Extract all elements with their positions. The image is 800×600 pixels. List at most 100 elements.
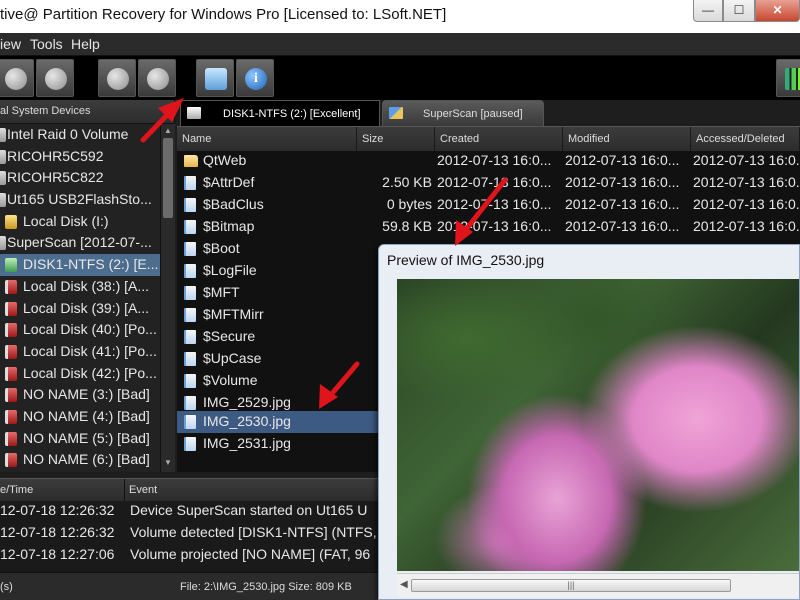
maximize-button[interactable]: ☐ [723, 0, 755, 22]
preview-title: Preview of IMG_2530.jpg [387, 252, 545, 268]
device-item[interactable]: NO NAME (5:) [Bad] [0, 428, 160, 450]
device-item[interactable]: Intel Raid 0 Volume [0, 124, 160, 146]
volume-bad-icon [5, 388, 17, 403]
toolbar-disk-button-4[interactable] [138, 59, 176, 97]
volume-bad-icon [5, 323, 17, 338]
preview-scroll-thumb[interactable]: ||| [411, 579, 731, 592]
file-icon [184, 352, 196, 366]
device-item[interactable]: Local Disk (I:) [0, 211, 160, 233]
file-row[interactable]: QtWeb 2012-07-13 16:0... 2012-07-13 16:0..… [177, 150, 800, 172]
file-row[interactable]: $AttrDef 2.50 KB 2012-07-13 16:0... 2012-07… [177, 172, 800, 194]
disk-icon [0, 128, 6, 142]
file-icon [184, 176, 196, 190]
status-left: (s) [0, 581, 13, 593]
tab-disk1-ntfs[interactable]: DISK1-NTFS (2:) [Excellent] [180, 100, 380, 126]
info-icon: i [245, 68, 267, 90]
device-item[interactable]: RICOHR5C592 [0, 146, 160, 168]
volume-bad-icon [5, 453, 17, 468]
device-item[interactable]: Local Disk (42:) [Po... [0, 363, 160, 385]
log-row[interactable]: 12-07-18 12:26:32 Device SuperScan starte… [0, 500, 382, 522]
volume-bad-icon [5, 409, 17, 424]
menu-bar: iew Tools Help [0, 33, 800, 56]
column-header-size[interactable]: Size [357, 127, 435, 151]
device-panel-header: al System Devices [0, 100, 174, 124]
preview-horizontal-scrollbar[interactable]: ◀ ||| [397, 573, 799, 597]
menu-help[interactable]: Help [71, 36, 100, 52]
device-item-selected[interactable]: DISK1-NTFS (2:) [E... [0, 254, 160, 276]
log-column-event[interactable]: Event [125, 479, 382, 501]
disk-monitor-button[interactable] [776, 59, 800, 97]
volume-bad-icon [5, 431, 17, 446]
preview-button[interactable] [196, 59, 234, 97]
magnifier-icon [205, 68, 227, 90]
scroll-thumb[interactable] [163, 138, 173, 218]
status-file-info: File: 2:\IMG_2530.jpg Size: 809 KB [180, 581, 352, 593]
file-icon [184, 308, 196, 322]
scroll-down-arrow-icon[interactable]: ▼ [163, 458, 173, 470]
file-row[interactable]: $Bitmap 59.8 KB 2012-07-13 16:0... 2012-07-… [177, 216, 800, 238]
scroll-left-arrow-icon[interactable]: ◀ [400, 579, 408, 590]
device-item[interactable]: Local Disk (40:) [Po... [0, 319, 160, 341]
toolbar-disk-button-1[interactable] [0, 59, 34, 97]
log-column-time[interactable]: e/Time [0, 479, 125, 501]
log-row[interactable]: 12-07-18 12:26:32 Volume detected [DISK1-… [0, 522, 382, 544]
volume-bad-icon [5, 366, 17, 381]
file-icon [184, 264, 196, 278]
image-file-icon [184, 415, 196, 429]
superscan-tab-icon [389, 107, 403, 119]
device-item[interactable]: Local Disk (39:) [A... [0, 298, 160, 320]
scan-icon [0, 236, 6, 251]
device-item[interactable]: Ut165 USB2FlashSto... [0, 189, 160, 211]
volume-bad-icon [5, 344, 17, 359]
event-log-panel: e/Time Event 12-07-18 12:26:32 Device Sup… [0, 478, 382, 573]
toolbar-disk-button-3[interactable] [98, 59, 136, 97]
preview-image [397, 279, 799, 571]
volume-bad-icon [5, 279, 17, 294]
device-list[interactable]: Intel Raid 0 Volume RICOHR5C592 RICOHR5C… [0, 124, 160, 472]
preview-window[interactable]: Preview of IMG_2530.jpg ◀ ||| [378, 244, 800, 600]
volume-bad-icon [5, 301, 17, 316]
disk-scan-icon [107, 68, 129, 90]
disk-icon [0, 171, 6, 186]
window-title: tive@ Partition Recovery for Windows Pro… [0, 6, 447, 23]
info-button[interactable]: i [236, 59, 274, 97]
device-item[interactable]: Local Disk (41:) [Po... [0, 341, 160, 363]
device-item[interactable]: NO NAME (6:) [Bad] [0, 449, 160, 471]
menu-view[interactable]: iew [0, 36, 21, 52]
file-row[interactable]: $BadClus 0 bytes 2012-07-13 16:0... 2012-07… [177, 194, 800, 216]
column-header-name[interactable]: Name [177, 127, 357, 151]
file-icon [184, 198, 196, 212]
disk-icon [0, 193, 6, 208]
image-file-icon [184, 396, 196, 410]
disk-recover-icon [147, 68, 169, 90]
image-file-icon [184, 437, 196, 451]
log-row[interactable]: 12-07-18 12:27:06 Volume projected [NO NA… [0, 544, 382, 566]
folder-icon [184, 155, 198, 167]
volume-tab-icon [187, 107, 201, 119]
title-bar: tive@ Partition Recovery for Windows Pro… [0, 0, 800, 33]
chart-icon [785, 68, 800, 90]
disk-icon [0, 149, 6, 164]
minimize-button[interactable]: — [693, 0, 723, 22]
toolbar: i [0, 56, 800, 100]
file-icon [184, 242, 196, 256]
device-panel: al System Devices Intel Raid 0 Volume RI… [0, 100, 175, 472]
disk-icon [5, 68, 27, 90]
toolbar-disk-button-2[interactable] [36, 59, 74, 97]
device-item[interactable]: RICOHR5C822 [0, 167, 160, 189]
column-header-accessed[interactable]: Accessed/Deleted [691, 127, 800, 151]
disk-forward-icon [45, 68, 67, 90]
device-item[interactable]: NO NAME (4:) [Bad] [0, 406, 160, 428]
device-item[interactable]: Local Disk (38:) [A... [0, 276, 160, 298]
device-list-scrollbar[interactable]: ▲ ▼ [160, 124, 175, 472]
file-icon [184, 374, 196, 388]
tab-superscan[interactable]: SuperScan [paused] [382, 100, 544, 126]
menu-tools[interactable]: Tools [30, 36, 63, 52]
column-header-modified[interactable]: Modified [563, 127, 691, 151]
close-button[interactable]: ✕ [755, 0, 800, 22]
device-item[interactable]: NO NAME (3:) [Bad] [0, 384, 160, 406]
scroll-up-arrow-icon[interactable]: ▲ [163, 126, 173, 138]
column-header-created[interactable]: Created [435, 127, 563, 151]
device-item[interactable]: SuperScan [2012-07-... [0, 232, 160, 254]
file-icon [184, 286, 196, 300]
